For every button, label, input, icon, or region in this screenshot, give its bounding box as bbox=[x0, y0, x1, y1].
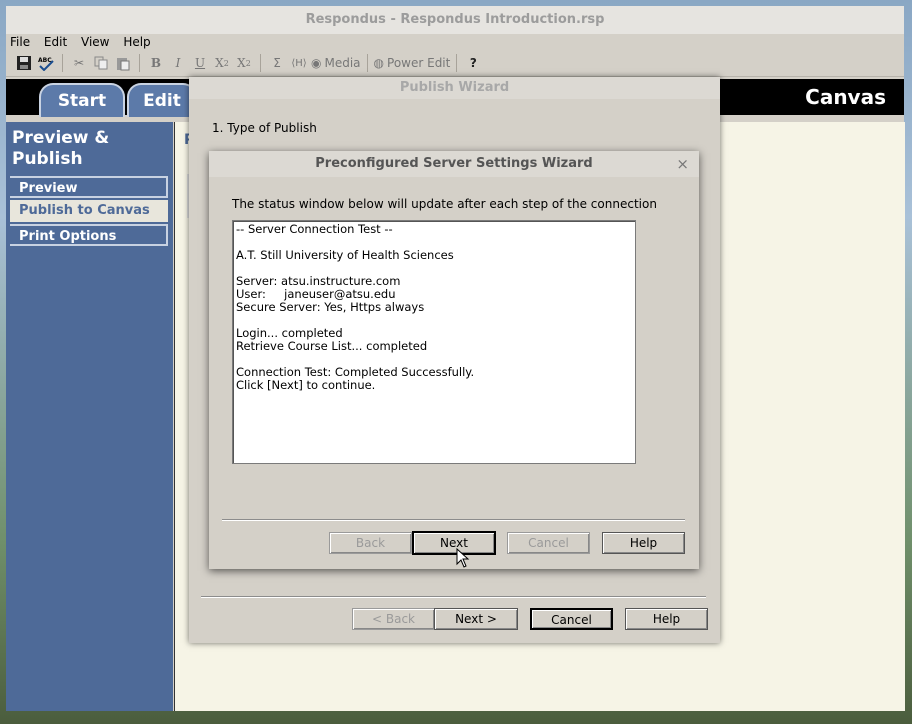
media-icon: ◉ bbox=[311, 56, 322, 70]
lms-brand-label: Canvas bbox=[805, 85, 886, 109]
bold-icon[interactable]: B bbox=[146, 53, 166, 73]
close-icon[interactable]: × bbox=[676, 155, 689, 173]
status-log-line: Click [Next] to continue. bbox=[236, 378, 376, 392]
save-icon[interactable] bbox=[14, 53, 34, 73]
cut-icon[interactable]: ✂ bbox=[69, 53, 89, 73]
underline-icon[interactable]: U bbox=[190, 53, 210, 73]
tab-start[interactable]: Start bbox=[39, 83, 125, 117]
toolbar-separator bbox=[456, 54, 458, 72]
publish-wizard-title: Publish Wizard bbox=[189, 77, 720, 99]
help-button[interactable]: Help bbox=[625, 608, 708, 630]
sidebar-heading: Preview & Publish bbox=[12, 128, 110, 169]
next-button[interactable]: Next > bbox=[434, 608, 518, 630]
back-button[interactable]: < Back bbox=[352, 608, 435, 630]
toolbar-separator bbox=[260, 54, 261, 72]
status-log-line: -- Server Connection Test -- bbox=[236, 222, 393, 236]
status-message: The status window below will update afte… bbox=[232, 197, 657, 211]
subscript-icon[interactable]: X2 bbox=[212, 53, 232, 73]
superscript-icon[interactable]: X2 bbox=[234, 53, 254, 73]
divider bbox=[222, 519, 685, 520]
italic-icon[interactable]: I bbox=[168, 53, 188, 73]
menu-bar: File Edit View Help bbox=[6, 34, 904, 50]
power-edit-icon: ◍ bbox=[373, 56, 385, 70]
html-icon[interactable]: ⟨H⟩ bbox=[289, 53, 309, 73]
sidebar: Preview & Publish Preview Publish to Can… bbox=[6, 122, 173, 711]
sidebar-item-print-options[interactable]: Print Options bbox=[10, 224, 168, 246]
window-title: Respondus - Respondus Introduction.rsp bbox=[6, 6, 904, 34]
divider bbox=[201, 596, 706, 597]
menu-file[interactable]: File bbox=[10, 35, 30, 49]
next-button[interactable]: Next bbox=[412, 531, 496, 555]
step-label: 1. Type of Publish bbox=[212, 121, 317, 135]
sidebar-item-publish-to-canvas[interactable]: Publish to Canvas bbox=[10, 200, 168, 222]
status-log-line: A.T. Still University of Health Sciences bbox=[236, 248, 454, 262]
help-button[interactable]: Help bbox=[602, 532, 685, 554]
server-settings-wizard-dialog: Preconfigured Server Settings Wizard × T… bbox=[209, 151, 699, 569]
menu-help[interactable]: Help bbox=[123, 35, 150, 49]
power-edit-button[interactable]: ◍ Power Edit bbox=[374, 53, 451, 73]
toolbar: ABC ✂ B I U X2 X2 Σ ⟨H⟩ ◉ Media ◍ Power … bbox=[6, 50, 904, 77]
mouse-pointer-icon bbox=[456, 548, 470, 568]
toolbar-separator bbox=[139, 54, 140, 72]
copy-icon[interactable] bbox=[91, 53, 111, 73]
media-button[interactable]: ◉ Media bbox=[311, 53, 361, 73]
spellcheck-icon[interactable]: ABC bbox=[36, 53, 56, 73]
paste-icon[interactable] bbox=[113, 53, 133, 73]
menu-edit[interactable]: Edit bbox=[44, 35, 67, 49]
cancel-button[interactable]: Cancel bbox=[507, 532, 590, 554]
equation-icon[interactable]: Σ bbox=[267, 53, 287, 73]
toolbar-separator bbox=[62, 54, 63, 72]
sidebar-item-preview[interactable]: Preview bbox=[10, 176, 168, 198]
status-log-line: Secure Server: Yes, Https always bbox=[236, 300, 425, 314]
menu-view[interactable]: View bbox=[81, 35, 109, 49]
tab-edit[interactable]: Edit bbox=[127, 83, 197, 117]
toolbar-separator bbox=[366, 54, 368, 72]
back-button[interactable]: Back bbox=[329, 532, 412, 554]
cancel-button[interactable]: Cancel bbox=[530, 608, 613, 630]
server-wizard-title: Preconfigured Server Settings Wizard bbox=[209, 151, 699, 177]
status-log-line: Retrieve Course List... completed bbox=[236, 339, 428, 353]
status-log-textarea[interactable]: -- Server Connection Test -- A.T. Still U… bbox=[232, 220, 636, 464]
help-cursor-icon[interactable]: ? bbox=[463, 53, 483, 73]
